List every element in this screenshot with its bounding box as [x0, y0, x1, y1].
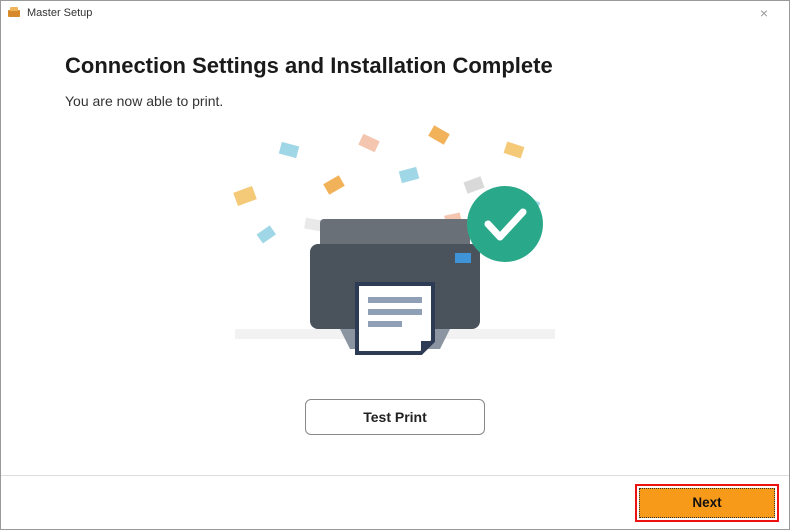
close-icon[interactable]: × — [745, 5, 783, 21]
next-button[interactable]: Next — [639, 488, 775, 518]
footer: Next — [1, 475, 789, 529]
page-subtitle: You are now able to print. — [65, 93, 725, 109]
paper-icon — [357, 284, 433, 353]
illustration-wrap — [65, 119, 725, 379]
titlebar: Master Setup × — [1, 1, 789, 25]
test-print-button[interactable]: Test Print — [305, 399, 485, 435]
app-icon — [7, 6, 21, 20]
content-area: Connection Settings and Installation Com… — [1, 25, 789, 475]
success-check-icon — [467, 186, 543, 262]
page-title: Connection Settings and Installation Com… — [65, 53, 725, 79]
window-frame: Master Setup × Connection Settings and I… — [0, 0, 790, 530]
next-label: Next — [692, 495, 721, 510]
printer-success-illustration — [185, 119, 605, 379]
test-print-label: Test Print — [363, 409, 427, 425]
test-print-row: Test Print — [65, 399, 725, 435]
window-title: Master Setup — [27, 7, 745, 19]
next-highlight-box: Next — [635, 484, 779, 522]
